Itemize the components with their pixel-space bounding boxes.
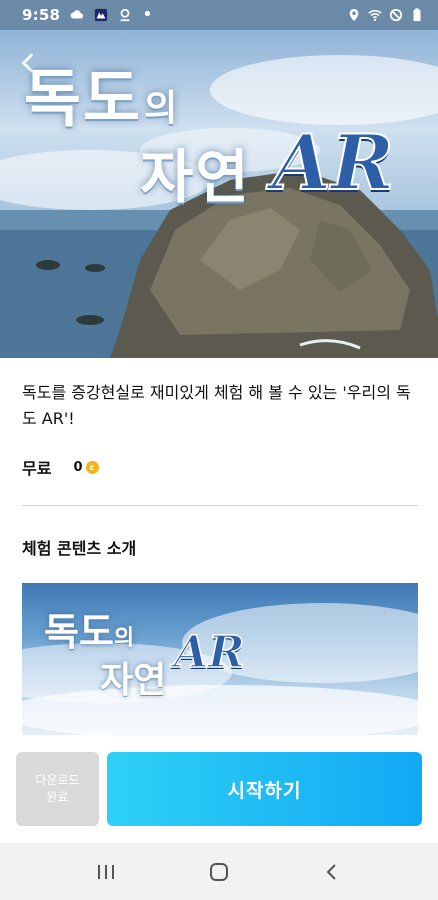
hero-banner: 독도의 자연 AR (0, 30, 438, 358)
download-complete-button[interactable]: 다운로드완료 (16, 752, 99, 826)
recent-apps-icon[interactable] (91, 857, 121, 887)
preview-title-line2: 자연 (100, 659, 167, 701)
status-bar: 9:58 • (0, 0, 438, 30)
price-row: 무료 0 c (22, 455, 99, 479)
divider (22, 505, 418, 506)
app-notification-icon (95, 8, 108, 22)
cloud-icon (70, 10, 84, 19)
download-label-line1: 다운로드 (35, 773, 80, 787)
price-label: 무료 (22, 459, 52, 478)
section-title: 체험 콘텐츠 소개 (22, 539, 137, 558)
coin-icon: c (85, 460, 99, 474)
hero-title-line2: 자연 (140, 143, 251, 211)
battery-icon (413, 8, 421, 22)
home-icon[interactable] (204, 857, 234, 887)
app-description: 독도를 증강현실로 재미있게 체험 해 볼 수 있는 '우리의 독도 AR'! (22, 383, 411, 428)
hero-title-line1: 독도의 (24, 62, 180, 135)
system-nav-bar (0, 843, 438, 900)
back-icon[interactable] (317, 857, 347, 887)
location-icon (349, 8, 359, 22)
download-label-line2: 완료 (46, 790, 69, 804)
wifi-icon (368, 9, 382, 21)
preview-title-line1: 독도의 (44, 609, 135, 654)
content-preview-image[interactable]: 독도의 자연 AR (22, 583, 418, 735)
status-time: 9:58 (22, 6, 61, 24)
preview-title-ar: AR (173, 626, 245, 679)
hero-title-ar: AR (271, 117, 395, 208)
dot-icon: • (142, 4, 153, 25)
price-amount: 0 (73, 459, 83, 475)
start-button[interactable]: 시작하기 (107, 752, 422, 826)
do-not-disturb-icon (389, 8, 403, 22)
location-pin-icon (120, 8, 130, 22)
